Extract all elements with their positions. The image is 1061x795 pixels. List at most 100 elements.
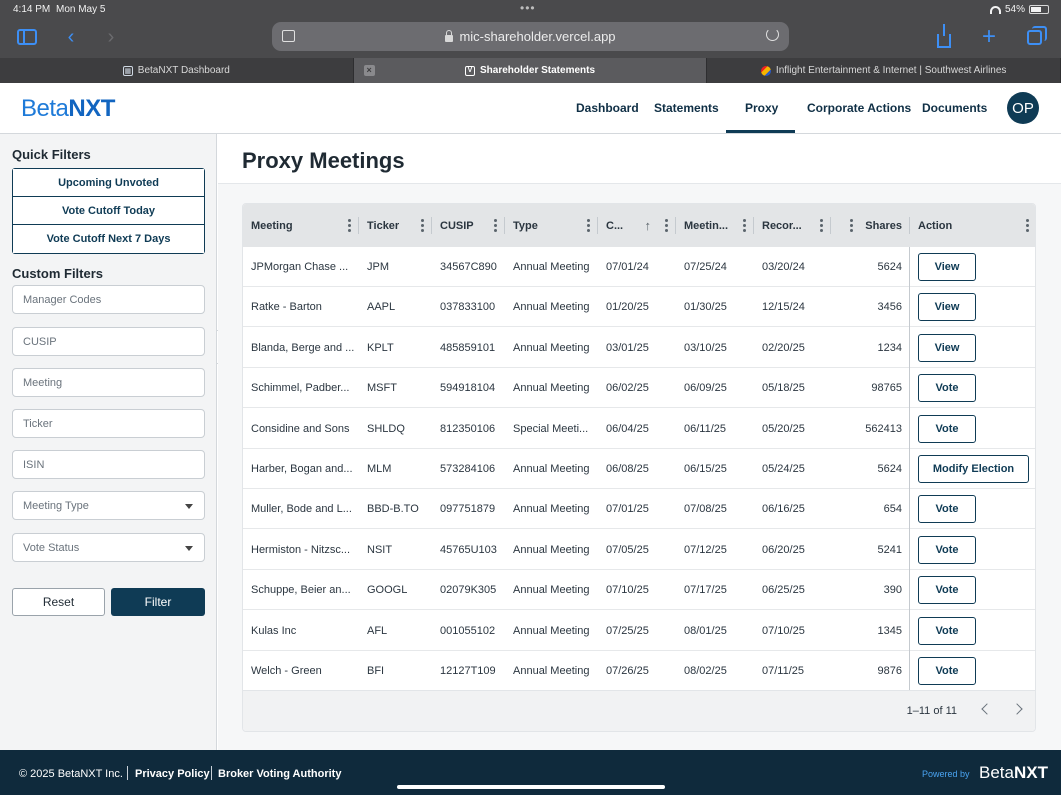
column-menu-icon[interactable] <box>587 219 590 232</box>
column-menu-icon[interactable] <box>348 219 351 232</box>
sidebar-toggle-icon[interactable] <box>14 24 40 50</box>
column-header-cutoff[interactable]: C... ↑ <box>598 204 676 247</box>
browser-tab-dashboard[interactable]: ▦ BetaNXT Dashboard <box>0 58 354 83</box>
table-row[interactable]: Considine and Sons SHLDQ 812350106 Special … <box>243 408 1035 449</box>
cell-meeting: Ratke - Barton <box>251 301 322 314</box>
close-tab-icon[interactable]: × <box>363 65 375 76</box>
broker-voting-authority-link[interactable]: Broker Voting Authority <box>218 768 341 780</box>
share-icon[interactable] <box>931 24 957 50</box>
battery-percent: 54% <box>1004 4 1025 15</box>
vote-button[interactable]: Vote <box>918 535 976 564</box>
column-header-ticker[interactable]: Ticker <box>359 204 432 247</box>
column-header-shares[interactable]: Shares <box>861 204 910 247</box>
cell-type: Annual Meeting <box>513 382 590 395</box>
reload-icon[interactable] <box>766 28 779 41</box>
reset-button[interactable]: Reset <box>12 588 105 616</box>
quick-filter-upcoming-unvoted[interactable]: Upcoming Unvoted <box>13 169 204 197</box>
vote-button[interactable]: Vote <box>918 414 976 443</box>
status-date: Mon May 5 <box>56 4 106 15</box>
column-header-meeting-date[interactable]: Meetin... <box>676 204 754 247</box>
cell-meeting: Blanda, Berge and ... <box>251 341 355 354</box>
nav-statements[interactable]: Statements <box>654 101 719 115</box>
column-menu-icon[interactable] <box>743 219 746 232</box>
table-row[interactable]: Blanda, Berge and ... KPLT 485859101 Annual… <box>243 327 1035 368</box>
address-bar[interactable]: mic-shareholder.vercel.app <box>272 22 789 51</box>
table-row[interactable]: JPMorgan Chase ... JPM 34567C890 Annual Mee… <box>243 247 1035 287</box>
table-row[interactable]: Kulas Inc AFL 001055102 Annual Meeting 07/25… <box>243 610 1035 651</box>
column-header-record-date[interactable]: Recor... <box>754 204 831 247</box>
betanxt-favicon-icon: ▦ <box>122 65 133 76</box>
vote-button[interactable]: Vote <box>918 495 976 524</box>
user-avatar[interactable]: OP <box>1007 92 1039 124</box>
previous-page-icon[interactable] <box>981 703 993 715</box>
table-row[interactable]: Schimmel, Padber... MSFT 594918104 Annual M… <box>243 368 1035 409</box>
vote-status-select[interactable]: Vote Status <box>12 533 205 562</box>
quick-filter-cutoff-next-7-days[interactable]: Vote Cutoff Next 7 Days <box>13 225 204 253</box>
column-menu-icon[interactable] <box>820 219 823 232</box>
cell-shares: 1234 <box>877 341 902 354</box>
cell-shares: 9876 <box>877 665 902 677</box>
column-header-action[interactable]: Action <box>910 204 1035 247</box>
vote-button[interactable]: Vote <box>918 576 976 605</box>
column-menu-icon[interactable] <box>494 219 497 232</box>
quick-filter-cutoff-today[interactable]: Vote Cutoff Today <box>13 197 204 225</box>
home-indicator[interactable] <box>397 785 665 789</box>
table-row[interactable]: Welch - Green BFI 12127T109 Annual Meeting 0… <box>243 651 1035 691</box>
view-button[interactable]: View <box>918 253 976 281</box>
cell-cusip: 001055102 <box>440 624 496 637</box>
new-tab-icon[interactable]: + <box>976 23 1002 50</box>
next-page-icon[interactable] <box>1011 703 1023 715</box>
column-header-blank[interactable] <box>831 204 861 247</box>
cusip-field[interactable] <box>12 327 205 356</box>
cell-cusip: 485859101 <box>440 341 496 354</box>
cell-type: Annual Meeting <box>513 543 590 556</box>
privacy-policy-link[interactable]: Privacy Policy <box>135 768 210 780</box>
forward-icon[interactable]: › <box>98 24 124 50</box>
main-nav: Dashboard Statements Proxy Corporate Act… <box>0 83 1061 134</box>
manager-codes-field[interactable] <box>12 285 205 314</box>
table-row[interactable]: Ratke - Barton AAPL 037833100 Annual Meetin… <box>243 287 1035 328</box>
table-row[interactable]: Schuppe, Beier an... GOOGL 02079K305 Annual… <box>243 570 1035 611</box>
modify-election-button[interactable]: Modify Election <box>918 455 1029 483</box>
cell-meeting-date: 08/02/25 <box>684 665 727 677</box>
table-row[interactable]: Muller, Bode and L... BBD-B.TO 097751879 An… <box>243 489 1035 530</box>
filter-button[interactable]: Filter <box>111 588 205 616</box>
browser-tab-southwest[interactable]: Inflight Entertainment & Internet | Sout… <box>707 58 1061 83</box>
column-menu-icon[interactable] <box>1026 219 1029 232</box>
tab-overview-icon[interactable] <box>1021 24 1047 50</box>
copyright-text: © 2025 BetaNXT Inc. <box>19 768 123 780</box>
table-row[interactable]: Harber, Bogan and... MLM 573284106 Annual M… <box>243 449 1035 489</box>
column-header-cusip[interactable]: CUSIP <box>432 204 505 247</box>
column-menu-icon[interactable] <box>665 219 668 232</box>
vote-button[interactable]: Vote <box>918 657 976 685</box>
cell-meeting-date: 06/11/25 <box>684 422 727 435</box>
cell-meeting: Welch - Green <box>251 665 322 677</box>
column-menu-icon[interactable] <box>421 219 424 232</box>
nav-dashboard[interactable]: Dashboard <box>576 101 639 115</box>
ticker-field[interactable] <box>12 409 205 438</box>
vote-button[interactable]: Vote <box>918 374 976 403</box>
page-menu-icon[interactable] <box>282 30 295 42</box>
view-button[interactable]: View <box>918 333 976 362</box>
multitask-dots-icon[interactable]: ••• <box>520 1 536 15</box>
wifi-icon <box>989 5 1001 14</box>
nav-corporate-actions[interactable]: Corporate Actions <box>807 101 911 115</box>
table-row[interactable]: Hermiston - Nitzsc... NSIT 45765U103 Annual… <box>243 529 1035 570</box>
view-button[interactable]: View <box>918 293 976 322</box>
cell-record-date: 02/20/25 <box>762 341 805 354</box>
vote-button[interactable]: Vote <box>918 616 976 645</box>
cell-type: Annual Meeting <box>513 624 590 637</box>
isin-field[interactable] <box>12 450 205 479</box>
nav-proxy[interactable]: Proxy <box>745 101 778 115</box>
browser-tab-statements[interactable]: × V Shareholder Statements <box>353 58 708 83</box>
nav-documents[interactable]: Documents <box>922 101 987 115</box>
meeting-type-select[interactable]: Meeting Type <box>12 491 205 520</box>
meeting-field[interactable] <box>12 368 205 397</box>
column-header-meeting[interactable]: Meeting <box>243 204 359 247</box>
column-header-type[interactable]: Type <box>505 204 598 247</box>
cell-meeting-date: 06/15/25 <box>684 463 727 475</box>
cell-shares: 1345 <box>877 624 902 637</box>
column-menu-icon[interactable] <box>850 219 853 232</box>
sort-ascending-icon[interactable]: ↑ <box>645 218 652 233</box>
back-icon[interactable]: ‹ <box>58 24 84 50</box>
